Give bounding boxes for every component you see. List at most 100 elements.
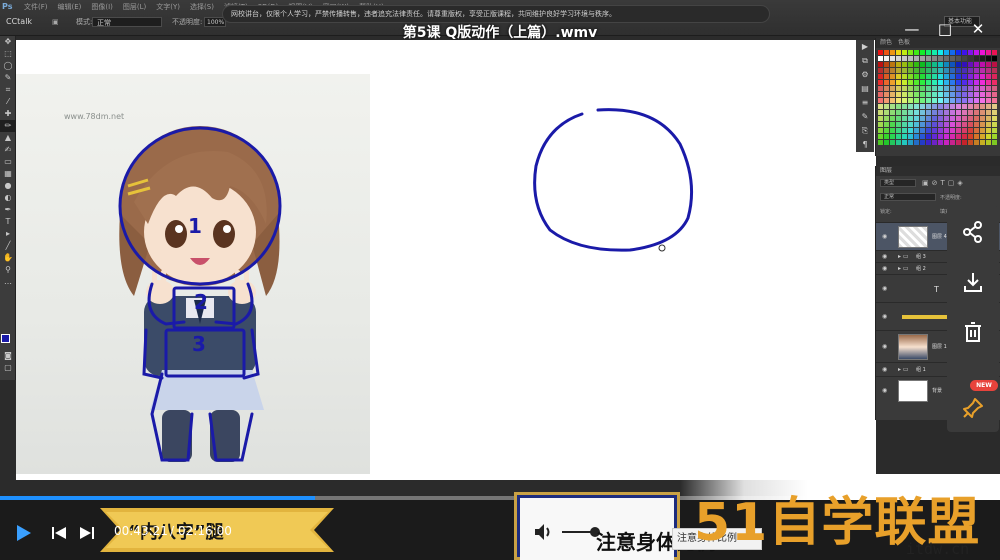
- swatch[interactable]: [980, 56, 985, 61]
- swatch[interactable]: [920, 62, 925, 67]
- swatch[interactable]: [902, 140, 907, 145]
- swatch[interactable]: [992, 74, 997, 79]
- close-button[interactable]: ✕: [964, 18, 992, 40]
- swatch[interactable]: [986, 92, 991, 97]
- swatch[interactable]: [974, 74, 979, 79]
- swatch[interactable]: [920, 98, 925, 103]
- swatch[interactable]: [962, 134, 967, 139]
- swatch[interactable]: [926, 62, 931, 67]
- swatch[interactable]: [932, 110, 937, 115]
- swatch[interactable]: [956, 116, 961, 121]
- swatch[interactable]: [992, 56, 997, 61]
- swatch[interactable]: [986, 56, 991, 61]
- swatch[interactable]: [974, 128, 979, 133]
- swatch[interactable]: [968, 140, 973, 145]
- swatch[interactable]: [962, 56, 967, 61]
- swatch[interactable]: [878, 122, 883, 127]
- swatch[interactable]: [944, 110, 949, 115]
- swatch[interactable]: [992, 92, 997, 97]
- swatch[interactable]: [974, 104, 979, 109]
- swatch[interactable]: [890, 86, 895, 91]
- swatch[interactable]: [908, 128, 913, 133]
- swatch[interactable]: [926, 98, 931, 103]
- swatch[interactable]: [962, 74, 967, 79]
- blend-mode-select[interactable]: 正常: [880, 193, 936, 201]
- swatch[interactable]: [944, 68, 949, 73]
- swatch[interactable]: [884, 86, 889, 91]
- swatch[interactable]: [920, 50, 925, 55]
- filter-icons[interactable]: ▣⊘T▢◈: [922, 179, 966, 187]
- swatch[interactable]: [986, 122, 991, 127]
- swatch[interactable]: [938, 140, 943, 145]
- swatch[interactable]: [914, 68, 919, 73]
- menu-item[interactable]: 图层(L): [123, 3, 146, 11]
- tab-swatches[interactable]: 色板: [898, 39, 910, 46]
- swatch[interactable]: [902, 134, 907, 139]
- swatch[interactable]: [890, 50, 895, 55]
- swatch[interactable]: [902, 80, 907, 85]
- swatch[interactable]: [932, 50, 937, 55]
- minimize-button[interactable]: —: [898, 18, 926, 40]
- foreground-color-swatch[interactable]: [1, 334, 10, 343]
- swatch[interactable]: [932, 140, 937, 145]
- swatch[interactable]: [992, 116, 997, 121]
- swatch[interactable]: [938, 122, 943, 127]
- swatch[interactable]: [986, 140, 991, 145]
- swatch[interactable]: [938, 80, 943, 85]
- swatch[interactable]: [986, 62, 991, 67]
- swatch[interactable]: [884, 128, 889, 133]
- swatch[interactable]: [926, 74, 931, 79]
- swatch[interactable]: [908, 50, 913, 55]
- swatch[interactable]: [902, 122, 907, 127]
- swatch[interactable]: [920, 116, 925, 121]
- swatch[interactable]: [992, 104, 997, 109]
- swatch[interactable]: [974, 140, 979, 145]
- swatch[interactable]: [956, 56, 961, 61]
- swatch[interactable]: [968, 68, 973, 73]
- move-tool-icon[interactable]: ✥: [0, 36, 16, 48]
- swatch[interactable]: [968, 80, 973, 85]
- swatch[interactable]: [968, 98, 973, 103]
- swatch[interactable]: [884, 74, 889, 79]
- swatch[interactable]: [932, 62, 937, 67]
- swatch[interactable]: [938, 68, 943, 73]
- eyedropper-tool-icon[interactable]: ⁄: [0, 96, 16, 108]
- swatch[interactable]: [968, 86, 973, 91]
- swatch[interactable]: [926, 68, 931, 73]
- swatch[interactable]: [992, 50, 997, 55]
- gradient-tool-icon[interactable]: ▦: [0, 168, 16, 180]
- play-button[interactable]: [12, 520, 36, 546]
- swatch[interactable]: [974, 116, 979, 121]
- layers-tab[interactable]: 图层: [876, 166, 1000, 176]
- visibility-eye-icon[interactable]: ◉: [882, 366, 887, 373]
- swatch[interactable]: [938, 110, 943, 115]
- swatch[interactable]: [920, 122, 925, 127]
- swatch[interactable]: [974, 50, 979, 55]
- swatch[interactable]: [950, 116, 955, 121]
- swatch[interactable]: [926, 110, 931, 115]
- swatch[interactable]: [878, 50, 883, 55]
- swatch[interactable]: [956, 62, 961, 67]
- swatch[interactable]: [890, 56, 895, 61]
- swatch[interactable]: [914, 122, 919, 127]
- swatch[interactable]: [938, 128, 943, 133]
- swatch[interactable]: [908, 74, 913, 79]
- swatch[interactable]: [914, 80, 919, 85]
- swatch[interactable]: [884, 140, 889, 145]
- swatch[interactable]: [992, 134, 997, 139]
- swatch[interactable]: [950, 122, 955, 127]
- crop-tool-icon[interactable]: ⌗: [0, 84, 16, 96]
- swatch[interactable]: [950, 134, 955, 139]
- swatch[interactable]: [950, 62, 955, 67]
- screen-mode-icon[interactable]: ▢: [0, 362, 16, 374]
- swatch[interactable]: [890, 74, 895, 79]
- swatch[interactable]: [950, 98, 955, 103]
- properties-panel-icon[interactable]: ≡: [856, 96, 874, 110]
- folder-icon[interactable]: ▸ ▭: [898, 253, 909, 260]
- swatch[interactable]: [950, 50, 955, 55]
- previous-button[interactable]: [48, 522, 70, 544]
- swatch[interactable]: [944, 104, 949, 109]
- actions-panel-icon[interactable]: ⚙: [856, 68, 874, 82]
- swatch[interactable]: [890, 116, 895, 121]
- swatch[interactable]: [914, 86, 919, 91]
